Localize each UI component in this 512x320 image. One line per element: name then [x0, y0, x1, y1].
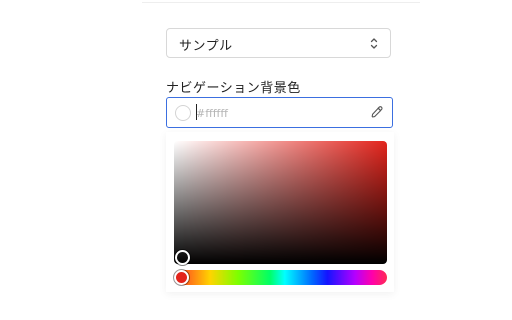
- style-select-value: サンプル: [179, 39, 233, 54]
- settings-panel: サンプル ナビゲーション背景色: [0, 0, 512, 320]
- chevron-up-down-icon: [370, 38, 378, 49]
- saturation-brightness-area[interactable]: [174, 141, 387, 265]
- hue-handle[interactable]: [174, 270, 189, 285]
- divider: [142, 2, 420, 3]
- hue-slider[interactable]: [174, 270, 387, 285]
- hex-color-input[interactable]: [196, 105, 346, 121]
- text-cursor: [196, 104, 197, 120]
- nav-bg-color-label: ナビゲーション背景色: [166, 81, 301, 96]
- eyedropper-icon[interactable]: [370, 105, 384, 119]
- saturation-handle[interactable]: [175, 250, 190, 265]
- color-swatch[interactable]: [175, 105, 191, 121]
- nav-bg-color-field[interactable]: [166, 97, 393, 128]
- style-select[interactable]: サンプル: [166, 28, 391, 58]
- color-picker-popover: [166, 132, 394, 292]
